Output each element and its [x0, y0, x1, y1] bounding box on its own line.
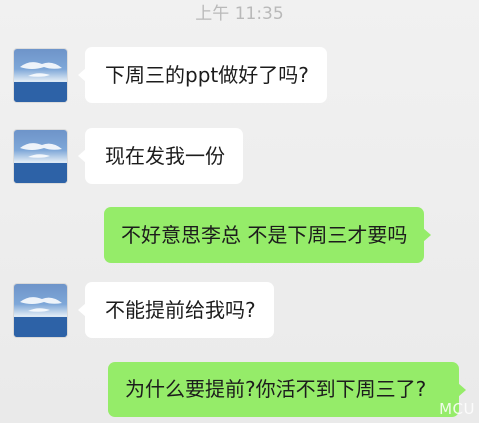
outgoing-message[interactable]: 为什么要提前?你活不到下周三了? — [108, 362, 466, 417]
sky-sea-landscape-icon — [14, 62, 67, 102]
chat-screen: 上午 11:35 下周三的ppt做好了吗? 现在发我一份 不好意思李总 不是下周… — [0, 0, 479, 423]
message-timestamp: 上午 11:35 — [195, 4, 284, 24]
watermark: MCU — [439, 400, 475, 418]
incoming-message[interactable]: 下周三的ppt做好了吗? — [78, 47, 327, 103]
contact-avatar[interactable] — [14, 130, 67, 183]
incoming-message[interactable]: 现在发我一份 — [78, 128, 243, 184]
contact-avatar[interactable] — [14, 49, 67, 102]
contact-avatar[interactable] — [14, 284, 67, 337]
sky-sea-landscape-icon — [14, 143, 67, 183]
incoming-message[interactable]: 不能提前给我吗? — [78, 282, 274, 338]
sky-sea-landscape-icon — [14, 297, 67, 337]
outgoing-message[interactable]: 不好意思李总 不是下周三才要吗 — [104, 207, 432, 263]
